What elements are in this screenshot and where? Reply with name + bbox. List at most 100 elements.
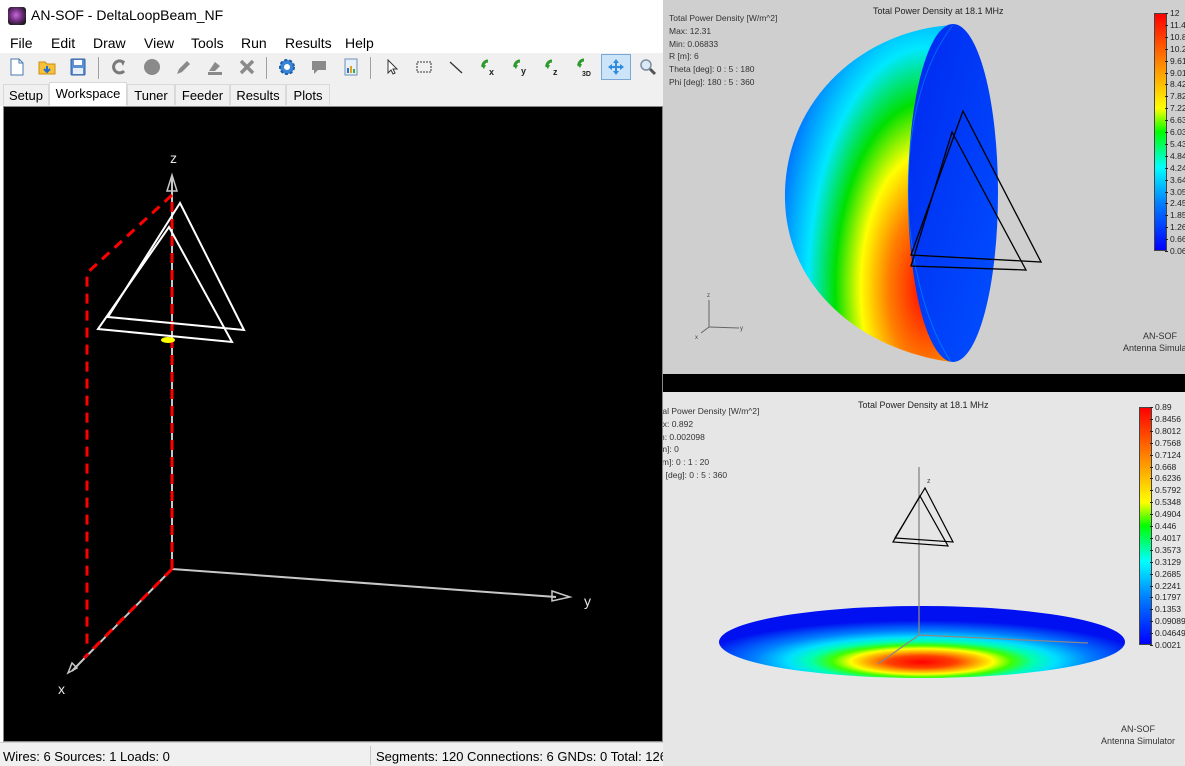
tab-workspace[interactable]: Workspace bbox=[49, 82, 127, 106]
menu-run[interactable]: Run bbox=[241, 35, 267, 51]
colorbar-tick-label: 0.8456 bbox=[1155, 413, 1181, 424]
z-axis-label: z bbox=[927, 478, 931, 485]
title-bar: AN-SOF - DeltaLoopBeam_NF bbox=[0, 0, 663, 32]
magnifier-icon bbox=[640, 59, 657, 76]
colorbar-tick bbox=[1150, 609, 1153, 611]
colorbar-tick bbox=[1150, 597, 1153, 599]
brand-name: AN-SOF bbox=[1120, 724, 1155, 734]
save-file-button[interactable] bbox=[66, 55, 90, 79]
colorbar-tick bbox=[1165, 96, 1168, 98]
rotate-3d-icon: 3D bbox=[577, 58, 591, 77]
colorbar-tick-label: 8.42 bbox=[1170, 79, 1185, 90]
brand-subtitle: Antenna Simulator bbox=[1122, 343, 1185, 353]
colorbar-tick-label: 0.66 bbox=[1170, 234, 1185, 245]
brand-label: AN-SOF Antenna Simulator bbox=[1115, 330, 1185, 354]
colorbar-tick-label: 0.6236 bbox=[1155, 473, 1181, 484]
colorbar-tick bbox=[1165, 239, 1168, 241]
colorbar-tick bbox=[1150, 490, 1153, 492]
tab-results[interactable]: Results bbox=[230, 84, 286, 105]
rect-select-button[interactable] bbox=[412, 55, 436, 79]
zoom-button[interactable] bbox=[636, 55, 660, 79]
rotate-z-icon: z bbox=[545, 59, 558, 77]
colorbar-tick bbox=[1150, 633, 1153, 635]
colorbar-tick bbox=[1165, 13, 1168, 14]
menu-help[interactable]: Help bbox=[345, 35, 374, 51]
colorbar-tick bbox=[1165, 36, 1168, 38]
tab-setup[interactable]: Setup bbox=[3, 84, 49, 105]
colorbar-tick bbox=[1150, 478, 1153, 480]
tab-feeder[interactable]: Feeder bbox=[175, 84, 230, 105]
colorbar-tick-label: 11.4 bbox=[1170, 19, 1185, 30]
open-file-button[interactable] bbox=[35, 55, 59, 79]
delete-button[interactable] bbox=[235, 55, 259, 79]
triad-y-label: y bbox=[740, 326, 743, 332]
menu-view[interactable]: View bbox=[144, 35, 174, 51]
menu-results[interactable]: Results bbox=[285, 35, 332, 51]
undo-icon bbox=[112, 59, 126, 75]
colorbar-tick-label: 0.068 bbox=[1170, 246, 1185, 256]
colorbar-tick-label: 0.1797 bbox=[1155, 592, 1181, 603]
svg-text:y: y bbox=[521, 66, 526, 76]
colorbar-tick-label: 0.2685 bbox=[1155, 568, 1181, 579]
window-title: AN-SOF - DeltaLoopBeam_NF bbox=[31, 7, 224, 23]
colorbar-tick-label: 0.04649 bbox=[1155, 628, 1185, 639]
rotate-z-button[interactable]: z bbox=[540, 55, 564, 79]
triad-x-label: x bbox=[695, 335, 698, 341]
workspace-3d-view[interactable]: z y x bbox=[3, 106, 663, 742]
menu-tools[interactable]: Tools bbox=[191, 35, 224, 51]
pencil-button[interactable] bbox=[171, 55, 195, 79]
report-icon bbox=[344, 58, 358, 76]
colorbar-tick-label: 2.45 bbox=[1170, 198, 1185, 209]
save-icon bbox=[70, 58, 86, 76]
colorbar-tick bbox=[1165, 215, 1168, 217]
brand-label: AN-SOF Antenna Simulator bbox=[1093, 723, 1183, 747]
settings-button[interactable] bbox=[275, 55, 299, 79]
undo-button[interactable] bbox=[107, 55, 131, 79]
select-button[interactable] bbox=[380, 55, 404, 79]
menu-file[interactable]: File bbox=[10, 35, 33, 51]
colorbar-tick-label: 9.01 bbox=[1170, 67, 1185, 78]
app-logo-icon bbox=[8, 7, 26, 25]
tab-tuner[interactable]: Tuner bbox=[127, 84, 175, 105]
comment-icon bbox=[312, 61, 326, 74]
status-segments-total: Segments: 120 Connections: 6 GNDs: 0 Tot… bbox=[376, 749, 667, 764]
comment-button[interactable] bbox=[307, 55, 331, 79]
colorbar-tick bbox=[1150, 466, 1153, 468]
colorbar-tick-label: 0.8012 bbox=[1155, 425, 1181, 436]
antenna-overlay bbox=[891, 486, 955, 547]
colorbar-tick bbox=[1165, 191, 1168, 193]
rotate-3d-button[interactable]: 3D bbox=[572, 55, 596, 79]
line-icon bbox=[449, 61, 463, 74]
workspace-canvas: z y x bbox=[58, 150, 591, 697]
eraser-button[interactable] bbox=[203, 55, 227, 79]
colorbar-tick-label: 5.43 bbox=[1170, 138, 1185, 149]
colorbar-tick bbox=[1165, 179, 1168, 181]
menu-bar: File Edit Draw View Tools Run Results He… bbox=[0, 32, 663, 54]
rotate-y-button[interactable]: y bbox=[508, 55, 532, 79]
colorbar-tick-label: 0.1353 bbox=[1155, 604, 1181, 615]
z-axis-label: z bbox=[170, 150, 177, 166]
colorbar-tick bbox=[1150, 645, 1153, 646]
colorbar-tick-label: 0.3129 bbox=[1155, 556, 1181, 567]
colorbar-tick-label: 0.2241 bbox=[1155, 580, 1181, 591]
y-axis bbox=[171, 568, 557, 598]
pan-button[interactable] bbox=[601, 54, 631, 80]
new-file-button[interactable] bbox=[5, 55, 29, 79]
toolbar-separator bbox=[98, 57, 99, 79]
colorbar-tick-label: 6.03 bbox=[1170, 127, 1185, 137]
rotate-x-button[interactable]: x bbox=[476, 55, 500, 79]
colorbar-tick-label: 7.22 bbox=[1170, 103, 1185, 114]
colorbar-tick-label: 0.5792 bbox=[1155, 485, 1181, 496]
move-arrows-icon bbox=[608, 59, 624, 75]
menu-edit[interactable]: Edit bbox=[51, 35, 75, 51]
toolbar-separator bbox=[370, 57, 371, 79]
tab-plots[interactable]: Plots bbox=[286, 84, 330, 105]
cursor-icon bbox=[387, 58, 399, 75]
menu-draw[interactable]: Draw bbox=[93, 35, 126, 51]
colorbar-tick bbox=[1150, 430, 1153, 432]
report-button[interactable] bbox=[339, 55, 363, 79]
record-button[interactable] bbox=[140, 55, 164, 79]
colorbar-tick-label: 12 bbox=[1170, 8, 1180, 18]
draw-line-button[interactable] bbox=[444, 55, 468, 79]
colorbar-tick-label: 3.64 bbox=[1170, 174, 1185, 185]
